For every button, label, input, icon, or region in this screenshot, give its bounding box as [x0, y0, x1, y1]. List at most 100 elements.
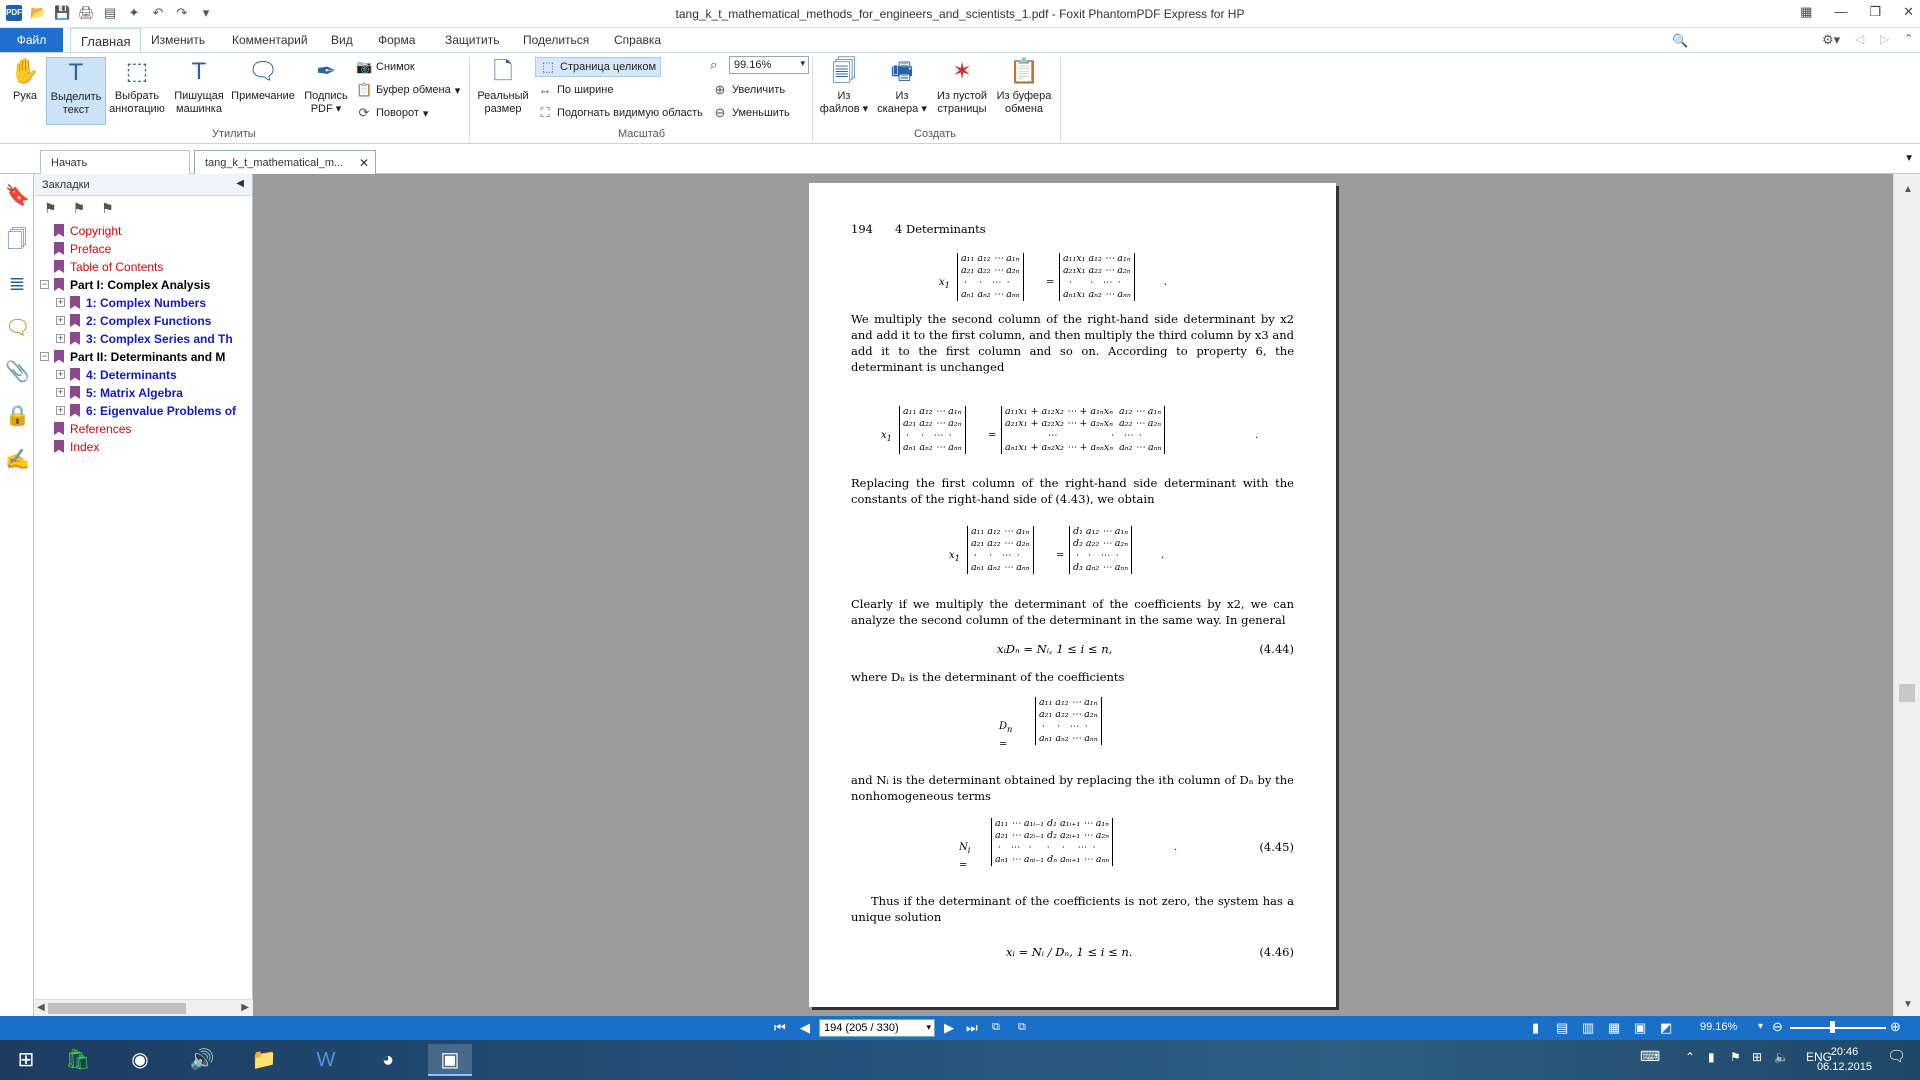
foxit-pdf-taskbar-icon[interactable]: ▣ — [428, 1044, 472, 1076]
expand-icon[interactable]: + — [56, 334, 65, 343]
menu-protect[interactable]: Защитить — [445, 33, 499, 47]
bookmark-goto-icon[interactable]: ⚑ — [101, 200, 114, 218]
bookmarks-panel-icon[interactable]: 🔖 — [5, 184, 30, 208]
scroll-up-icon[interactable]: ▲ — [1903, 184, 1913, 195]
file-explorer-icon[interactable]: 📁 — [242, 1044, 286, 1076]
bookmark-expand-icon[interactable]: ⚑ — [44, 200, 57, 218]
back-icon[interactable]: ◁ — [1855, 32, 1864, 46]
snapshot-button[interactable]: 📷 Снимок — [356, 59, 415, 75]
tab-start[interactable]: Начать — [40, 150, 190, 174]
windows-tray-icon[interactable]: ⊞ — [1752, 1050, 1762, 1064]
bookmark-item[interactable]: +5: Matrix Algebra — [40, 384, 252, 402]
minimize-icon[interactable]: — — [1834, 4, 1847, 20]
reading-mode-icon[interactable]: ◩ — [1660, 1020, 1672, 1036]
volume-icon[interactable]: 🔈 — [1774, 1050, 1789, 1064]
layers-panel-icon[interactable]: ≣ — [5, 272, 29, 296]
fit-visible-button[interactable]: ⛶ Подогнать видимую область — [537, 105, 702, 121]
scroll-right-icon[interactable]: ▶ — [241, 1002, 249, 1013]
audio-app-icon[interactable]: 🔊 — [180, 1044, 224, 1076]
bookmark-item[interactable]: Preface — [40, 240, 252, 258]
chrome-icon[interactable]: ◕ — [366, 1044, 410, 1076]
system-clock[interactable]: 20:46 06.12.2015 — [1817, 1045, 1872, 1075]
expand-icon[interactable]: + — [56, 370, 65, 379]
forward-icon[interactable]: ▷ — [1880, 32, 1889, 46]
media-player-icon[interactable]: ◉ — [118, 1044, 162, 1076]
zoom-slider-thumb[interactable] — [1830, 1021, 1835, 1033]
previous-page-icon[interactable]: ◀ — [800, 1020, 810, 1036]
zoom-level[interactable]: 99.16% — [1700, 1021, 1737, 1033]
word-icon[interactable]: W — [304, 1044, 348, 1076]
next-page-icon[interactable]: ▶ — [944, 1020, 954, 1036]
expand-icon[interactable]: + — [56, 406, 65, 415]
hand-tool-button[interactable]: ✋ Рука — [6, 57, 44, 103]
menu-form[interactable]: Форма — [378, 33, 415, 47]
expand-icon[interactable]: + — [56, 298, 65, 307]
start-windows-icon[interactable]: ⊞ — [4, 1044, 48, 1076]
view-thumbnails-icon[interactable]: ⧉ — [992, 1021, 1000, 1034]
page-number-input[interactable]: 194 (205 / 330) ▾ — [819, 1019, 935, 1037]
menu-file[interactable]: Файл — [0, 28, 63, 52]
view-fullscreen-icon[interactable]: ⧉ — [1018, 1021, 1026, 1034]
bookmark-item[interactable]: − Part II: Determinants and M — [40, 348, 252, 366]
attachments-panel-icon[interactable]: 📎 — [5, 360, 30, 384]
create-from-files-button[interactable]: 🗐 Из файлов ▾ — [818, 57, 870, 116]
collapse-icon[interactable]: − — [40, 352, 49, 361]
scroll-left-icon[interactable]: ◀ — [37, 1002, 45, 1013]
bookmark-add-icon[interactable]: ⚑ — [73, 200, 86, 218]
scroll-thumb[interactable] — [48, 1003, 186, 1014]
bookmark-item[interactable]: Index — [40, 438, 252, 456]
zoom-out-icon[interactable]: ⊖ — [1772, 1019, 1783, 1035]
note-button[interactable]: 🗨 Примечание — [230, 57, 296, 103]
keyboard-icon[interactable]: ⌨ — [1640, 1048, 1660, 1065]
select-text-button[interactable]: T Выделить текст — [46, 57, 106, 125]
close-icon[interactable]: ✕ — [1903, 4, 1914, 20]
select-annotation-button[interactable]: ⬚ Выбрать аннотацию — [108, 57, 166, 116]
zoom-slider[interactable] — [1790, 1027, 1886, 1029]
collapse-ribbon-icon[interactable]: ⌃ — [1904, 32, 1913, 45]
menu-help[interactable]: Справка — [614, 33, 661, 47]
bookmarks-horizontal-scrollbar[interactable]: ◀ ▶ — [34, 999, 253, 1016]
create-blank-page-button[interactable]: ✶ Из пустой страницы — [934, 57, 990, 116]
signatures-panel-icon[interactable]: ✍ — [5, 448, 30, 472]
tab-close-icon[interactable]: ✕ — [359, 156, 369, 170]
zoom-in-button[interactable]: ⊕ Увеличить — [712, 82, 786, 98]
first-page-icon[interactable]: ⏮ — [774, 1020, 786, 1036]
zoom-dropdown-icon[interactable]: ▾ — [1758, 1021, 1763, 1032]
flag-icon[interactable]: ⚑ — [1730, 1050, 1741, 1064]
sign-pdf-button[interactable]: ✒ Подпись PDF ▾ — [300, 57, 352, 116]
bookmark-item[interactable]: References — [40, 420, 252, 438]
zoom-in-icon[interactable]: ⊕ — [1890, 1019, 1901, 1035]
menu-share[interactable]: Поделиться — [523, 33, 589, 47]
menu-home[interactable]: Главная — [70, 28, 142, 53]
zoom-out-button[interactable]: ⊖ Уменьшить — [712, 105, 790, 121]
settings-gear-icon[interactable]: ⚙▾ — [1822, 32, 1840, 48]
security-lock-icon[interactable]: 🔒 — [5, 404, 30, 428]
vertical-scrollbar[interactable]: ▲ ▼ — [1893, 174, 1920, 1016]
tab-list-chevron-icon[interactable]: ▼ — [1904, 153, 1914, 164]
rotate-button[interactable]: ⟳ Поворот ▾ — [356, 105, 429, 121]
actual-size-button[interactable]: 🗋 Реальный размер — [475, 57, 531, 116]
bookmark-item[interactable]: Table of Contents — [40, 258, 252, 276]
notifications-icon[interactable]: 🗨 — [1887, 1047, 1906, 1065]
clipboard-button[interactable]: 📋 Буфер обмена ▾ — [356, 82, 460, 98]
network-signal-icon[interactable]: ▮ — [1708, 1050, 1715, 1064]
bookmark-item[interactable]: +2: Complex Functions — [40, 312, 252, 330]
menu-comment[interactable]: Комментарий — [232, 33, 308, 47]
find-icon[interactable]: 🔍 — [1672, 33, 1688, 49]
bookmark-item[interactable]: Copyright — [40, 222, 252, 240]
tray-expand-icon[interactable]: ⌃ — [1685, 1050, 1695, 1064]
layout-icon[interactable]: ▦ — [1800, 4, 1812, 20]
expand-icon[interactable]: + — [56, 316, 65, 325]
tab-document[interactable]: tang_k_t_mathematical_m... ✕ — [194, 150, 376, 174]
bookmark-item[interactable]: +6: Eigenvalue Problems of — [40, 402, 252, 420]
scroll-down-icon[interactable]: ▼ — [1903, 999, 1913, 1010]
maximize-icon[interactable]: ❐ — [1869, 4, 1881, 20]
pages-panel-icon[interactable]: 🗍 — [5, 228, 29, 252]
store-icon[interactable]: 🛍 — [56, 1044, 100, 1076]
vscroll-thumb[interactable] — [1899, 684, 1915, 702]
menu-view[interactable]: Вид — [331, 33, 353, 47]
cover-view-icon[interactable]: ▣ — [1634, 1020, 1646, 1036]
continuous-view-icon[interactable]: ▤ — [1556, 1020, 1568, 1036]
fit-page-button[interactable]: ⬚ Страница целиком — [535, 57, 662, 77]
menu-edit[interactable]: Изменить — [151, 33, 205, 47]
